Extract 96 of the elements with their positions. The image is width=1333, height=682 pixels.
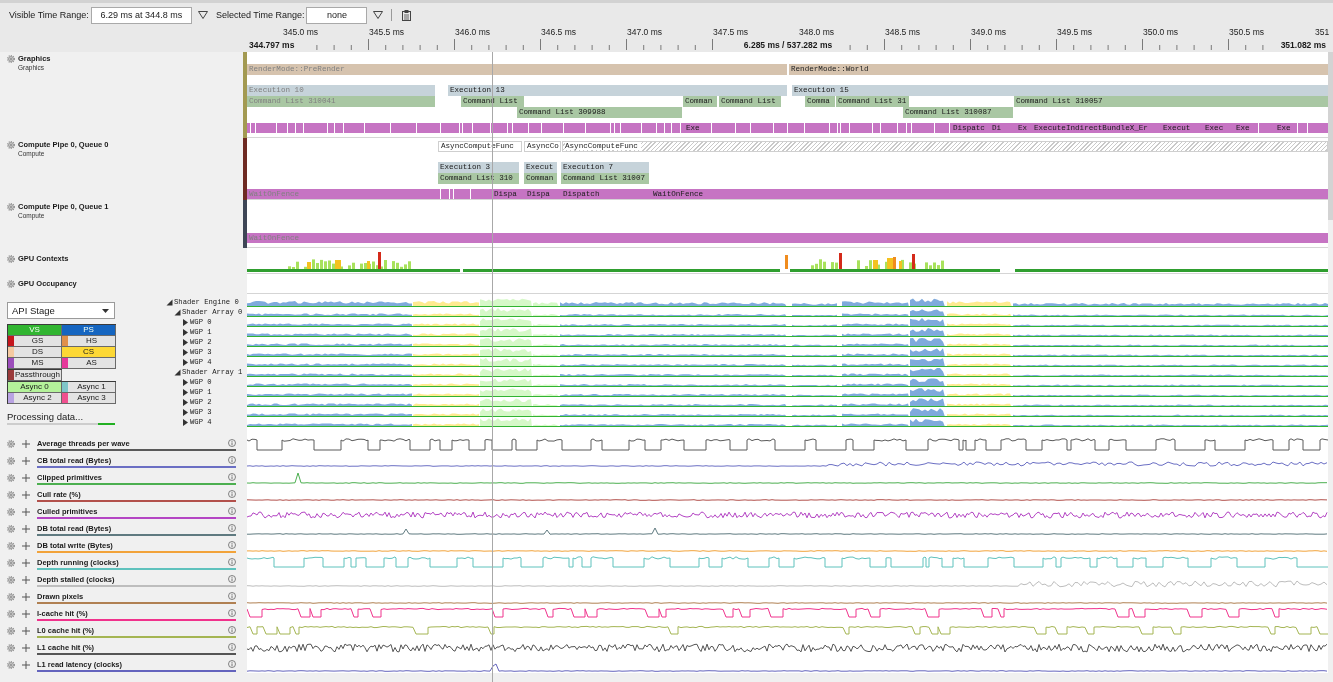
visible-range-field[interactable]: 6.29 ms at 344.8 ms: [90, 6, 192, 24]
disclosure-triangle-icon[interactable]: [182, 358, 189, 366]
gear-icon[interactable]: [7, 55, 15, 63]
tick-label: 350.0 ms: [1143, 27, 1178, 38]
scrollbar-thumb[interactable]: [1328, 52, 1333, 220]
gear-icon[interactable]: [7, 644, 15, 652]
disclosure-triangle-icon[interactable]: [174, 368, 181, 376]
gear-icon[interactable]: [7, 457, 15, 465]
plus-icon[interactable]: [22, 643, 30, 652]
gear-icon[interactable]: [7, 559, 15, 567]
gear-icon[interactable]: [7, 593, 15, 601]
info-icon[interactable]: [228, 524, 236, 532]
gear-icon[interactable]: [7, 610, 15, 618]
gear-icon[interactable]: [7, 627, 15, 635]
selected-range-field[interactable]: none: [306, 6, 368, 24]
disclosure-triangle-icon[interactable]: [182, 318, 189, 326]
tick-label: 346.0 ms: [455, 27, 490, 38]
tick-label: 346.5 ms: [541, 27, 576, 38]
gear-icon[interactable]: [7, 141, 15, 149]
disclosure-triangle-icon[interactable]: [182, 398, 189, 406]
tick-label: 351: [1315, 27, 1330, 38]
tick-label: 349.0 ms: [971, 27, 1006, 38]
info-icon[interactable]: [228, 507, 236, 515]
triangle-down-icon[interactable]: [197, 11, 208, 19]
gear-icon[interactable]: [7, 203, 15, 211]
status-text: Processing data...: [7, 411, 85, 422]
range-span-label: 6.285 ms / 537.282 ms: [742, 39, 834, 52]
info-icon[interactable]: [228, 490, 236, 498]
info-icon[interactable]: [228, 439, 236, 447]
plus-icon[interactable]: [22, 575, 30, 584]
legend-item[interactable]: AS: [62, 358, 116, 369]
gear-icon[interactable]: [7, 661, 15, 669]
info-icon[interactable]: [228, 456, 236, 464]
plus-icon[interactable]: [22, 592, 30, 601]
legend-item[interactable]: Passthrough: [8, 370, 62, 381]
gear-icon[interactable]: [7, 440, 15, 448]
plus-icon[interactable]: [22, 660, 30, 669]
gear-icon[interactable]: [7, 576, 15, 584]
gear-icon[interactable]: [7, 280, 15, 288]
clipboard-icon[interactable]: [402, 9, 412, 21]
plus-icon[interactable]: [22, 541, 30, 550]
dropdown-caret-icon[interactable]: [102, 308, 109, 313]
disclosure-triangle-icon[interactable]: [182, 348, 189, 356]
info-icon[interactable]: [228, 592, 236, 600]
legend-item[interactable]: CS: [62, 347, 116, 358]
gear-icon[interactable]: [7, 542, 15, 550]
triangle-down-icon[interactable]: [373, 11, 384, 19]
range-end-label: 351.082 ms: [1279, 39, 1327, 52]
tick-label: 345.0 ms: [283, 27, 318, 38]
info-icon[interactable]: [228, 541, 236, 549]
legend-item[interactable]: HS: [62, 336, 116, 347]
disclosure-triangle-icon[interactable]: [182, 408, 189, 416]
info-icon[interactable]: [228, 660, 236, 668]
info-icon[interactable]: [228, 626, 236, 634]
tick-label: 345.5 ms: [369, 27, 404, 38]
disclosure-triangle-icon[interactable]: [166, 298, 173, 306]
tick-label: 347.0 ms: [627, 27, 662, 38]
disclosure-triangle-icon[interactable]: [174, 308, 181, 316]
tick-label: 348.5 ms: [885, 27, 920, 38]
plus-icon[interactable]: [22, 524, 30, 533]
legend-item[interactable]: PS: [62, 325, 116, 336]
gear-icon[interactable]: [7, 474, 15, 482]
disclosure-triangle-icon[interactable]: [182, 418, 189, 426]
gear-icon[interactable]: [7, 491, 15, 499]
plus-icon[interactable]: [22, 626, 30, 635]
tick-label: 350.5 ms: [1229, 27, 1264, 38]
disclosure-triangle-icon[interactable]: [182, 338, 189, 346]
info-icon[interactable]: [228, 575, 236, 583]
info-icon[interactable]: [228, 558, 236, 566]
plus-icon[interactable]: [22, 439, 30, 448]
legend-item[interactable]: Async 2: [8, 393, 62, 404]
legend-item[interactable]: MS: [8, 358, 62, 369]
range-start-label: 344.797 ms: [248, 39, 296, 52]
legend-item[interactable]: Async 3: [62, 393, 116, 404]
gear-icon[interactable]: [7, 508, 15, 516]
plus-icon[interactable]: [22, 507, 30, 516]
gear-icon[interactable]: [7, 255, 15, 263]
plus-icon[interactable]: [22, 490, 30, 499]
disclosure-triangle-icon[interactable]: [182, 388, 189, 396]
tick-label: 347.5 ms: [713, 27, 748, 38]
info-icon[interactable]: [228, 643, 236, 651]
plus-icon[interactable]: [22, 473, 30, 482]
selected-range-label: Selected Time Range:: [215, 10, 305, 20]
disclosure-triangle-icon[interactable]: [182, 328, 189, 336]
gear-icon[interactable]: [7, 525, 15, 533]
info-icon[interactable]: [228, 473, 236, 481]
plus-icon[interactable]: [22, 558, 30, 567]
disclosure-triangle-icon[interactable]: [182, 378, 189, 386]
tick-label: 348.0 ms: [799, 27, 834, 38]
visible-range-label: Visible Time Range:: [9, 10, 89, 20]
plus-icon[interactable]: [22, 609, 30, 618]
info-icon[interactable]: [228, 609, 236, 617]
stage-dropdown[interactable]: API Stage: [7, 302, 115, 319]
tick-label: 349.5 ms: [1057, 27, 1092, 38]
legend-item[interactable]: Async 1: [62, 382, 116, 393]
plus-icon[interactable]: [22, 456, 30, 465]
